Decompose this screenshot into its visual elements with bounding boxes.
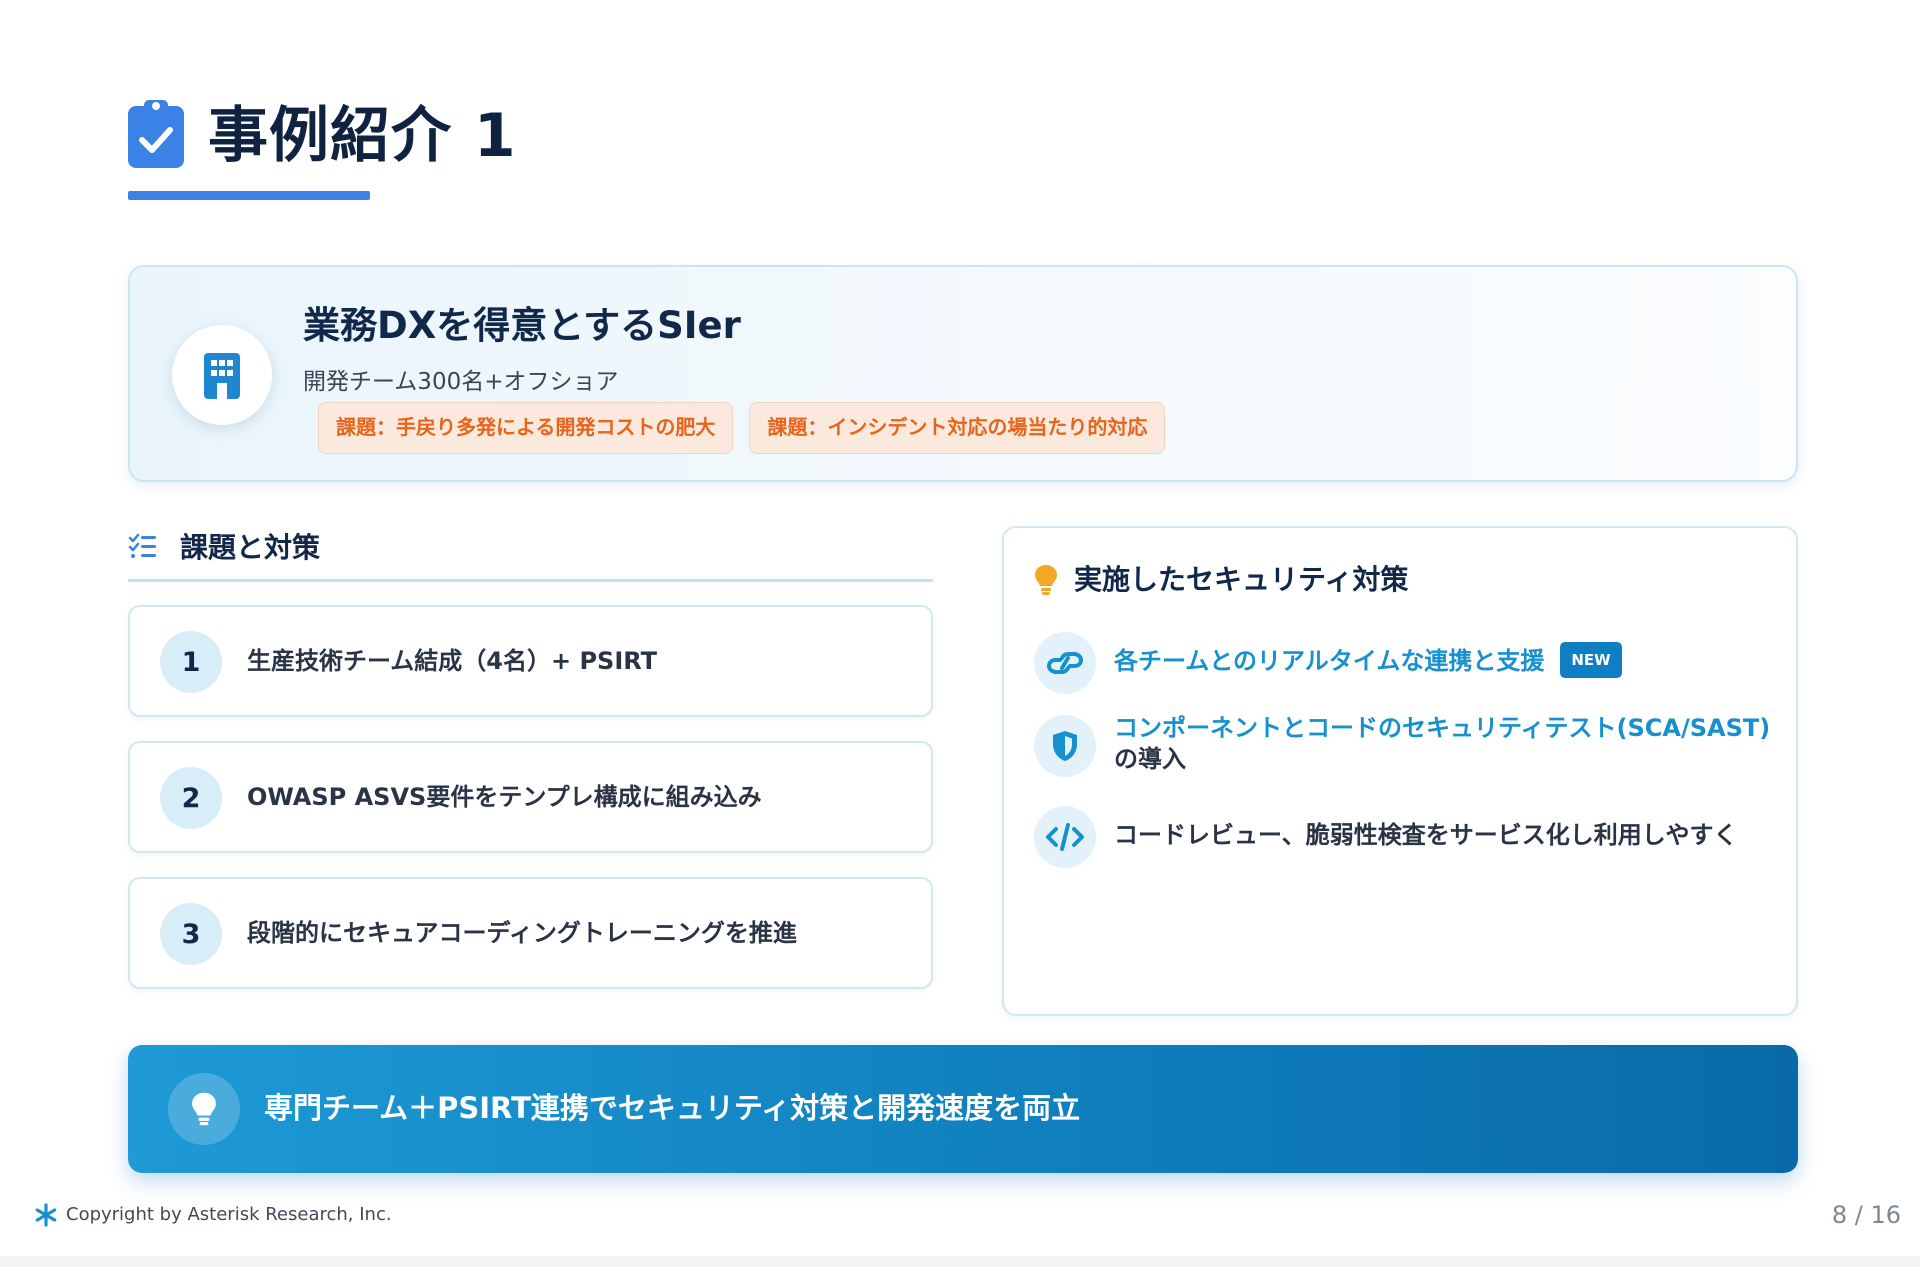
lightbulb-icon: [168, 1073, 240, 1145]
new-badge: NEW: [1560, 642, 1622, 678]
measure-item: 各チームとのリアルタイムな連携と支援 NEW: [1034, 632, 1622, 694]
case-card: 業務DXを得意とするSIer 開発チーム300名+オフショア 課題：手戻り多発に…: [128, 265, 1798, 482]
measure-item: コードレビュー、脆弱性検査をサービス化し利用しやすく: [1034, 806, 1738, 868]
measure-item: コンポーネントとコードのセキュリティテスト(SCA/SAST) の導入: [1034, 714, 1771, 777]
slide: 事例紹介 1 業務DXを得意とするSIer 開発チーム300名+オフショア 課題…: [0, 0, 1920, 1256]
page-number: 8 / 16: [1831, 1201, 1901, 1229]
step-number: 3: [160, 903, 222, 965]
issue-tags: 課題：手戻り多発による開発コストの肥大 課題：インシデント対応の場当たり的対応: [318, 402, 1166, 454]
shield-icon: [1034, 715, 1096, 777]
company-description: 開発チーム300名+オフショア: [303, 369, 619, 395]
step-number: 1: [160, 631, 222, 693]
measure-text: コンポーネントとコードのセキュリティテスト(SCA/SAST): [1114, 714, 1771, 742]
link-icon: [1034, 632, 1096, 694]
checklist-icon: [128, 533, 156, 558]
step-text: 生産技術チーム結成（4名）+ PSIRT: [247, 647, 658, 675]
measure-text: コードレビュー、脆弱性検査をサービス化し利用しやすく: [1114, 821, 1738, 849]
issue-tag: 課題：手戻り多発による開発コストの肥大: [318, 402, 734, 454]
security-measures-panel: 実施したセキュリティ対策 各チームとのリアルタイムな連携と支援 NEW コンポー…: [1002, 526, 1798, 1016]
page-title: 事例紹介 1: [208, 101, 517, 171]
issue-tag: 課題：インシデント対応の場当たり的対応: [749, 402, 1166, 454]
conclusion-banner: 専門チーム＋PSIRT連携でセキュリティ対策と開発速度を両立: [128, 1045, 1798, 1173]
company-name: 業務DXを得意とするSIer: [303, 304, 741, 347]
building-icon-circle: [172, 325, 272, 425]
measure-text: 各チームとのリアルタイムな連携と支援: [1114, 647, 1545, 675]
bottom-strip: [0, 1256, 1920, 1267]
clipboard-check-icon: [128, 100, 184, 168]
asterisk-logo-icon: [35, 1203, 57, 1227]
step-card: 1 生産技術チーム結成（4名）+ PSIRT: [128, 605, 933, 717]
building-icon: [204, 353, 240, 399]
challenges-title: 課題と対策: [180, 531, 321, 564]
title-underline: [128, 191, 370, 200]
step-card: 3 段階的にセキュアコーディングトレーニングを推進: [128, 877, 933, 989]
step-card: 2 OWASP ASVS要件をテンプレ構成に組み込み: [128, 741, 933, 853]
step-text: 段階的にセキュアコーディングトレーニングを推進: [247, 919, 797, 947]
challenges-header: 課題と対策: [128, 528, 933, 582]
measure-text-suffix: の導入: [1114, 745, 1186, 773]
lightbulb-icon: [1035, 565, 1057, 595]
code-icon: [1034, 806, 1096, 868]
conclusion-text: 専門チーム＋PSIRT連携でセキュリティ対策と開発速度を両立: [264, 1091, 1081, 1125]
copyright: Copyright by Asterisk Research, Inc.: [66, 1204, 392, 1225]
step-text: OWASP ASVS要件をテンプレ構成に組み込み: [247, 783, 762, 811]
step-number: 2: [160, 767, 222, 829]
measures-title: 実施したセキュリティ対策: [1074, 563, 1409, 596]
